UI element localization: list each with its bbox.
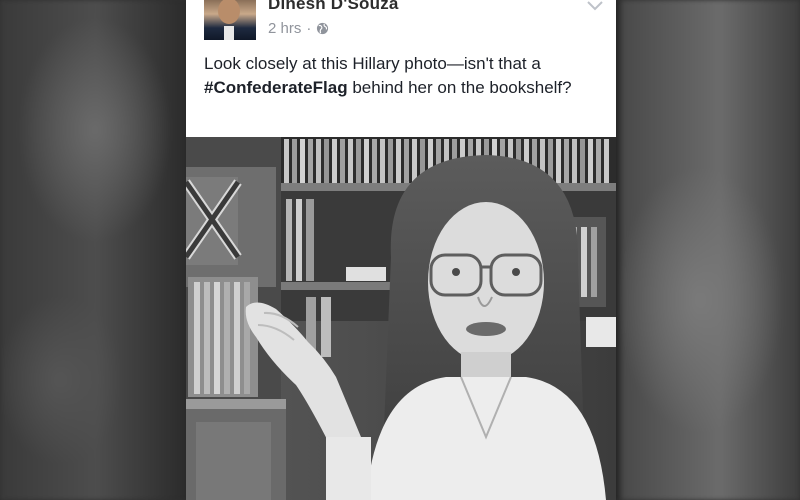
- hashtag-link[interactable]: #ConfederateFlag: [204, 78, 348, 97]
- post-meta: 2 hrs ·: [268, 20, 329, 37]
- meta-separator: ·: [306, 20, 312, 37]
- lower-books: [188, 277, 258, 397]
- globe-icon: [317, 22, 329, 35]
- post-text-lead: Look closely at this Hillary photo—isn't…: [204, 54, 541, 73]
- author-avatar[interactable]: [204, 0, 256, 40]
- author-name[interactable]: Dinesh D'Souza: [268, 0, 399, 14]
- post-text-tail: behind her on the bookshelf?: [352, 78, 572, 97]
- avatar-shirt: [224, 26, 234, 40]
- facebook-post: Dinesh D'Souza 2 hrs · Look closely at t…: [186, 0, 616, 500]
- chevron-down-icon[interactable]: [586, 0, 604, 12]
- post-header: Dinesh D'Souza 2 hrs ·: [186, 0, 616, 46]
- photo-illustration: [186, 137, 616, 500]
- post-timestamp[interactable]: 2 hrs: [268, 20, 301, 37]
- avatar-face: [218, 0, 240, 24]
- post-photo[interactable]: [186, 137, 616, 500]
- post-text: Look closely at this Hillary photo—isn't…: [204, 52, 604, 100]
